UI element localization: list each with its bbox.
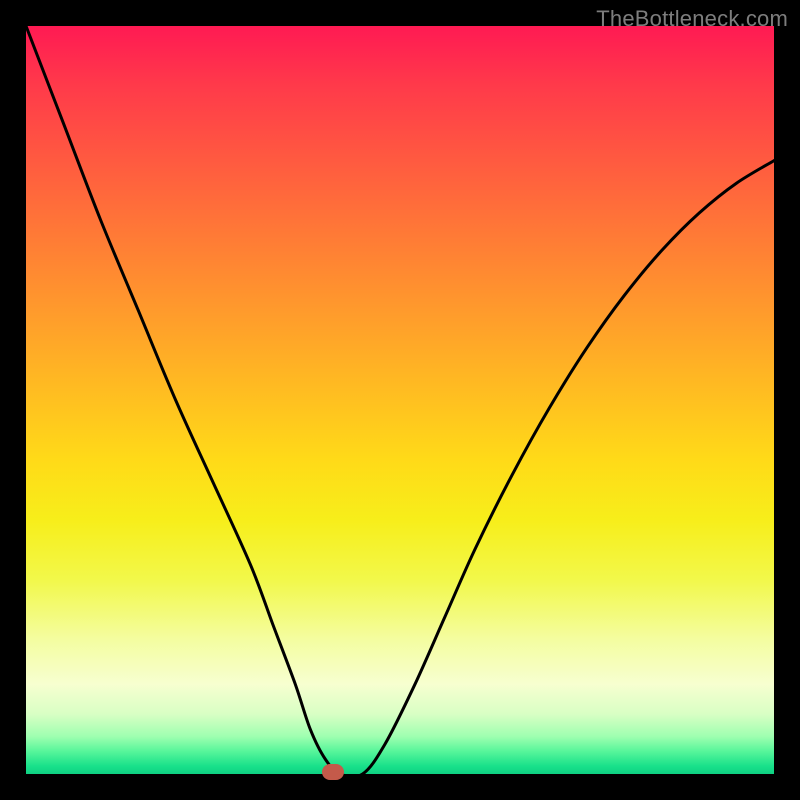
chart-frame: TheBottleneck.com bbox=[0, 0, 800, 800]
curve-path bbox=[26, 26, 774, 774]
optimum-marker bbox=[322, 764, 344, 780]
plot-area bbox=[26, 26, 774, 774]
watermark-label: TheBottleneck.com bbox=[596, 6, 788, 32]
bottleneck-curve bbox=[26, 26, 774, 774]
